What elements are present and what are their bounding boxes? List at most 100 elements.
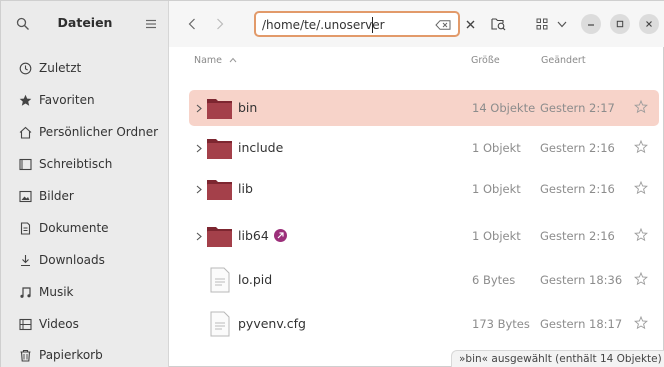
- file-size: 173 Bytes: [472, 317, 530, 331]
- file-row-include[interactable]: include 1 Objekt Gestern 2:16: [189, 130, 659, 166]
- file-modified: Gestern 2:16: [540, 182, 615, 196]
- video-icon: [17, 316, 33, 332]
- search-files-button[interactable]: [487, 13, 509, 35]
- backspace-clear-icon: [435, 20, 451, 30]
- sidebar-item-label: Dokumente: [39, 221, 109, 235]
- sidebar-header: Dateien: [1, 1, 169, 47]
- file-name: bin: [238, 100, 258, 115]
- text-file-icon: [210, 311, 230, 337]
- desktop-icon: [17, 156, 33, 172]
- sidebar-item-musik[interactable]: Musik: [9, 279, 167, 305]
- header-bar: /home/te/.unoserver: [169, 1, 664, 47]
- folder-icon: [207, 180, 232, 200]
- sidebar-item-schreibtisch[interactable]: Schreibtisch: [9, 151, 167, 177]
- chevron-right-icon[interactable]: [194, 183, 204, 195]
- sidebar-item-videos[interactable]: Videos: [9, 311, 167, 337]
- file-name: include: [238, 140, 284, 155]
- file-row-pyvenv-cfg[interactable]: pyvenv.cfg 173 Bytes Gestern 18:17: [189, 306, 659, 342]
- file-name: pyvenv.cfg: [238, 316, 306, 331]
- chevron-right-icon[interactable]: [194, 142, 204, 154]
- symlink-badge-icon: [273, 229, 287, 242]
- column-header-name-label: Name: [194, 55, 223, 66]
- view-options-dropdown[interactable]: [551, 13, 573, 35]
- sidebar-item-zuletzt[interactable]: Zuletzt: [9, 55, 167, 81]
- folder-search-icon: [490, 18, 505, 31]
- sidebar-item-bilder[interactable]: Bilder: [9, 183, 167, 209]
- sidebar-item-downloads[interactable]: Downloads: [9, 247, 167, 273]
- star-outline-icon[interactable]: [633, 180, 649, 196]
- file-row-lo-pid[interactable]: lo.pid 6 Bytes Gestern 18:36: [189, 262, 659, 298]
- sidebar-item-label: Schreibtisch: [39, 157, 113, 171]
- document-icon: [17, 220, 33, 236]
- text-file-icon: [210, 267, 230, 293]
- maximize-icon: [616, 20, 624, 28]
- sidebar-item-dokumente[interactable]: Dokumente: [9, 215, 167, 241]
- file-modified: Gestern 18:17: [540, 317, 623, 331]
- sidebar-item-label: Downloads: [39, 253, 105, 267]
- file-size: 1 Objekt: [472, 141, 521, 155]
- main-menu-button[interactable]: [142, 13, 160, 35]
- selection-status: »bin« ausgewählt (enthält 14 Objekte): [451, 350, 664, 367]
- maximize-button[interactable]: [610, 14, 630, 34]
- chevron-right-icon[interactable]: [194, 230, 204, 242]
- star-outline-icon[interactable]: [633, 271, 649, 287]
- folder-icon: [207, 139, 232, 159]
- column-header-modified[interactable]: Geändert: [541, 55, 586, 66]
- star-outline-icon[interactable]: [633, 315, 649, 331]
- minimize-button[interactable]: [581, 14, 601, 34]
- chevron-right-icon: [217, 18, 224, 30]
- grid-view-icon: [536, 18, 548, 30]
- location-input-value: /home/te/.unoserver: [262, 18, 385, 32]
- column-header-name[interactable]: Name: [194, 55, 237, 66]
- star-outline-icon[interactable]: [633, 139, 649, 155]
- text-caret: [372, 17, 373, 33]
- sidebar-item-label: Musik: [39, 285, 74, 299]
- file-modified: Gestern 18:36: [540, 273, 623, 287]
- sidebar-item-label: Zuletzt: [39, 61, 82, 75]
- minimize-icon: [588, 24, 594, 26]
- file-name-text: lib64: [238, 228, 269, 243]
- folder-icon: [207, 99, 232, 119]
- music-icon: [17, 284, 33, 300]
- back-button[interactable]: [181, 13, 203, 35]
- file-manager-window: Dateien Zuletzt Favoriten Persönlicher O…: [0, 0, 664, 367]
- file-size: 6 Bytes: [472, 273, 516, 287]
- file-row-lib[interactable]: lib 1 Objekt Gestern 2:16: [189, 171, 659, 207]
- download-icon: [17, 252, 33, 268]
- close-window-button[interactable]: [639, 14, 659, 34]
- file-row-bin[interactable]: bin 14 Objekte Gestern 2:17: [189, 90, 659, 126]
- sidebar-item-label: Persönlicher Ordner: [39, 125, 159, 139]
- chevron-down-icon: [557, 21, 567, 27]
- view-toggle-button[interactable]: [531, 13, 553, 35]
- file-modified: Gestern 2:16: [540, 141, 615, 155]
- file-size: 14 Objekte: [472, 101, 536, 115]
- file-name: lo.pid: [238, 272, 273, 287]
- hamburger-menu-icon: [146, 19, 156, 29]
- sidebar-item-label: Favoriten: [39, 93, 95, 107]
- sidebar: Dateien Zuletzt Favoriten Persönlicher O…: [1, 1, 169, 367]
- home-icon: [17, 124, 33, 140]
- sidebar-item-home[interactable]: Persönlicher Ordner: [9, 119, 167, 145]
- column-header-size[interactable]: Größe: [471, 55, 500, 66]
- chevron-left-icon: [188, 18, 195, 30]
- star-outline-icon[interactable]: [633, 227, 649, 243]
- clock-icon: [17, 60, 33, 76]
- file-modified: Gestern 2:16: [540, 229, 615, 243]
- file-size: 1 Objekt: [472, 182, 521, 196]
- file-modified: Gestern 2:17: [540, 101, 615, 115]
- location-input[interactable]: /home/te/.unoserver: [254, 11, 460, 37]
- clear-location-button[interactable]: [433, 17, 453, 33]
- sidebar-item-label: Videos: [39, 317, 79, 331]
- file-name: lib64: [238, 228, 287, 243]
- sidebar-item-papierkorb[interactable]: Papierkorb: [9, 342, 167, 367]
- sidebar-item-favoriten[interactable]: Favoriten: [9, 87, 167, 113]
- chevron-right-icon[interactable]: [194, 102, 204, 114]
- folder-icon: [207, 227, 232, 247]
- trash-icon: [17, 347, 33, 363]
- forward-button[interactable]: [209, 13, 231, 35]
- file-size: 1 Objekt: [472, 229, 521, 243]
- star-outline-icon[interactable]: [633, 99, 649, 115]
- file-row-lib64[interactable]: lib64 1 Objekt Gestern 2:16: [189, 218, 659, 254]
- star-icon: [17, 92, 33, 108]
- close-location-button[interactable]: [459, 13, 481, 35]
